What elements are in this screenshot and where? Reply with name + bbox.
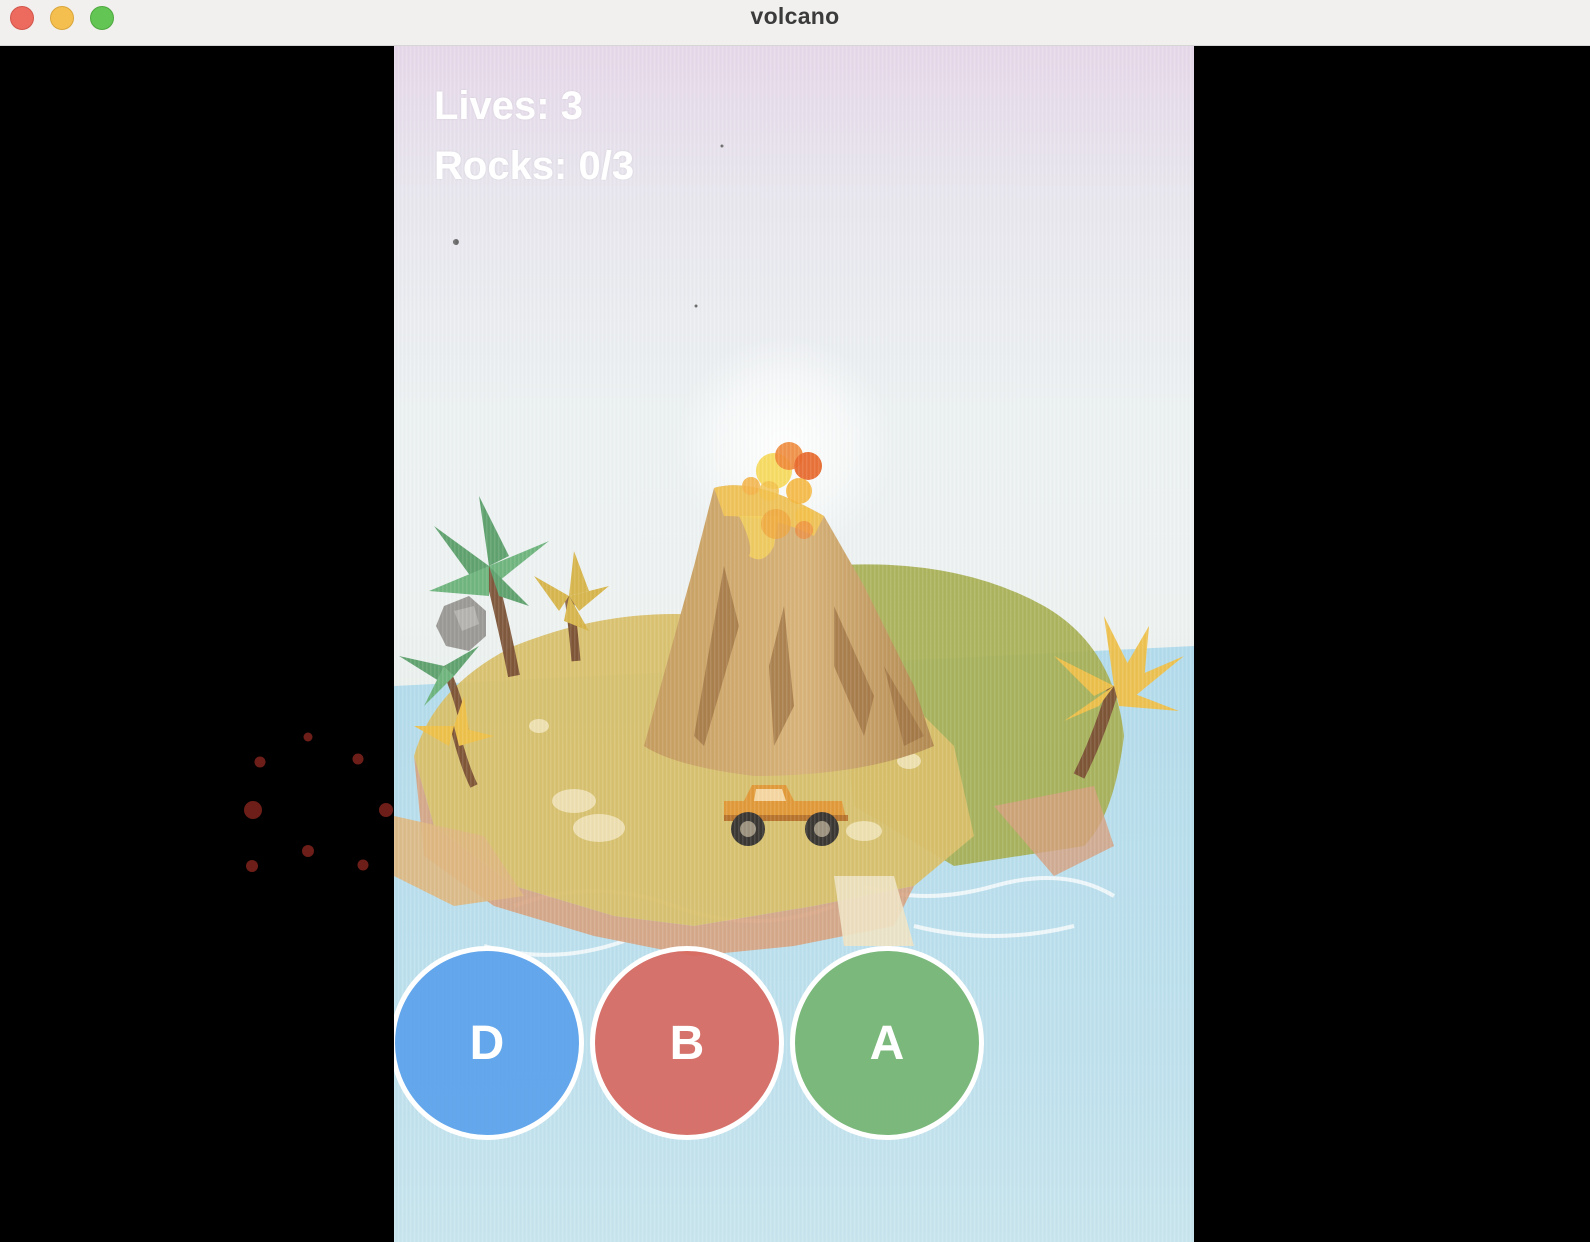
particle [254,756,266,768]
rocks-counter: Rocks: 0/3 [434,144,635,188]
game-viewport[interactable]: Lives: 3 Rocks: 0/3 D B A [394,46,1194,1242]
answer-button-b[interactable]: B [590,946,784,1140]
particle [357,859,369,871]
particle [302,845,314,857]
app-window: volcano Lives: 3 Rocks: 0/3 D B A [0,0,1590,1242]
lives-counter: Lives: 3 [434,84,583,128]
particle-burst [244,732,393,872]
answer-button-d[interactable]: D [394,946,584,1140]
answer-button-label: A [869,1016,905,1070]
particle [303,732,313,742]
particle [352,753,364,765]
particle [244,801,262,819]
answer-button-a[interactable]: A [790,946,984,1140]
particle [379,803,393,817]
answer-button-label: B [669,1016,705,1070]
answer-button-label: D [469,1016,505,1070]
boulder [436,596,486,651]
window-title: volcano [750,3,840,29]
title-bar: volcano [0,0,1590,46]
particle [246,860,258,872]
